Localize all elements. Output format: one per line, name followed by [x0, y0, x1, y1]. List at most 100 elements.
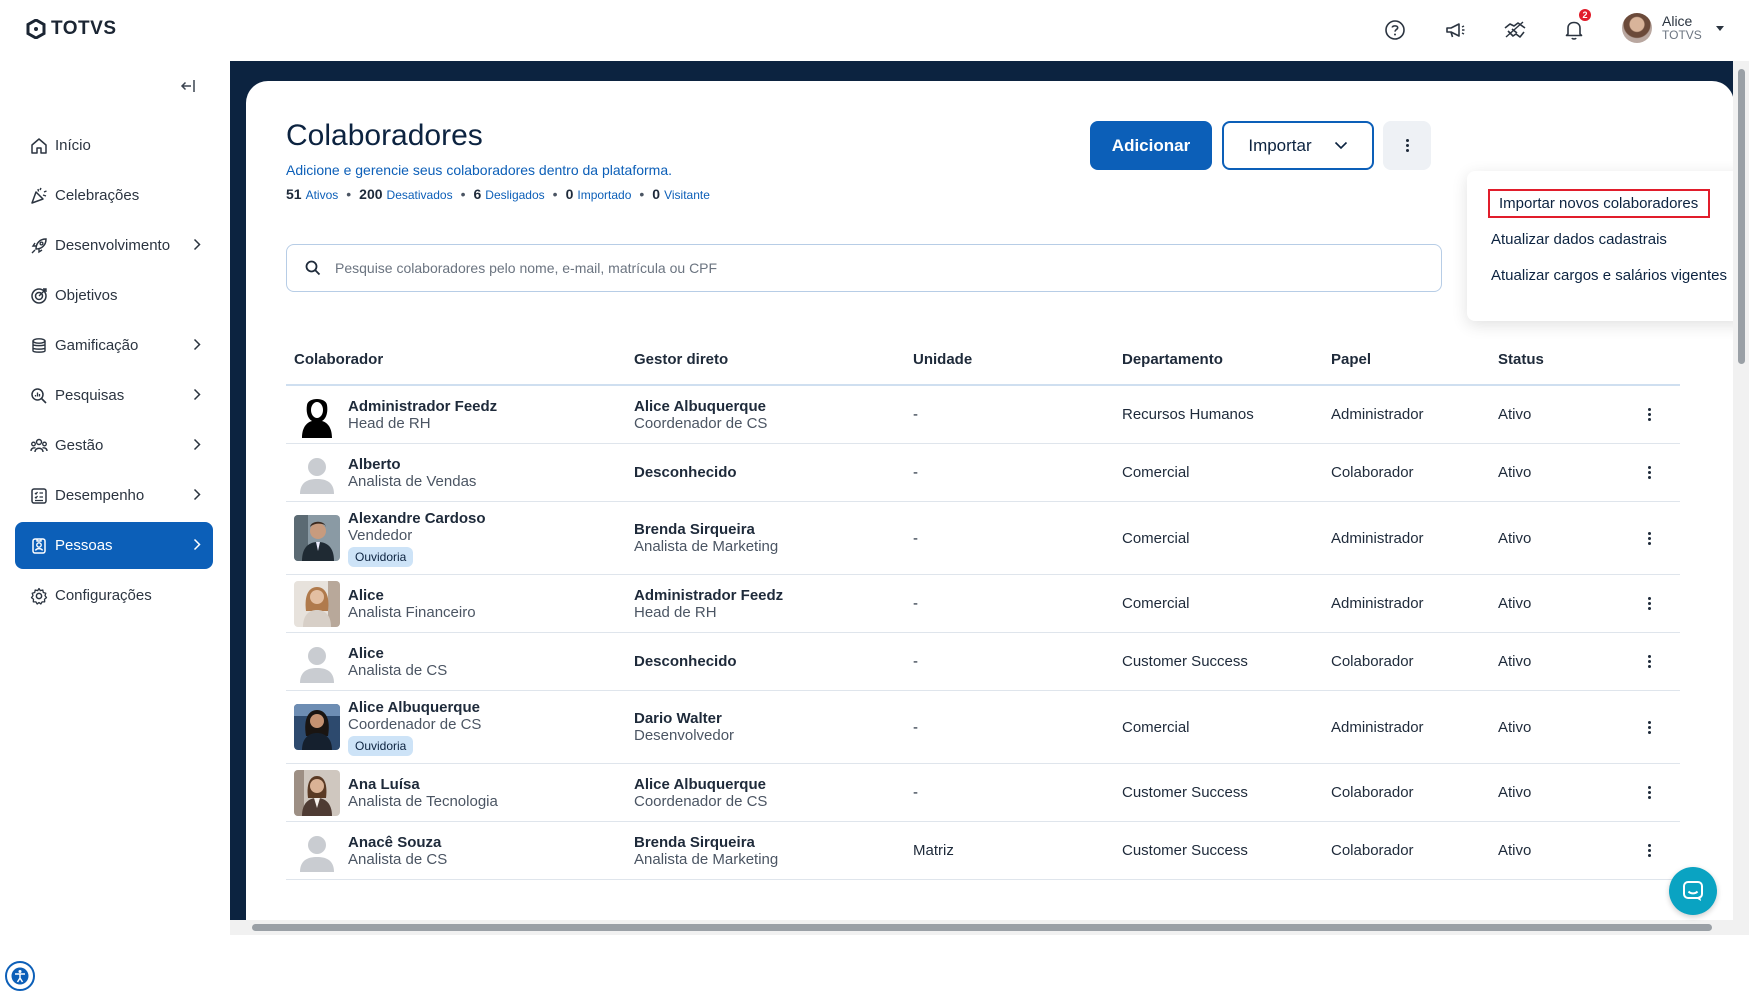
- search-input[interactable]: [335, 260, 1335, 276]
- collaborator-name[interactable]: Alice Albuquerque: [348, 699, 481, 716]
- collaborator-role: Analista de CS: [348, 850, 448, 868]
- notification-count-badge: 2: [1579, 9, 1591, 21]
- collaborator-role: Analista Financeiro: [348, 603, 476, 621]
- column-header-gestor[interactable]: Gestor direto: [634, 351, 913, 368]
- cell-unidade: -: [913, 406, 918, 423]
- handshake-icon[interactable]: [1502, 17, 1528, 43]
- table-row[interactable]: Alexandre Cardoso Vendedor Ouvidoria Brenda…: [286, 502, 1680, 575]
- cell-gestor: Alice Albuquerque Coordenador de CS: [634, 398, 913, 432]
- sidebar-item-label: Pesquisas: [55, 387, 125, 404]
- sidebar-item-objetivos[interactable]: Objetivos: [15, 272, 213, 319]
- column-header-departamento[interactable]: Departamento: [1122, 351, 1331, 368]
- sidebar-item-celebracoes[interactable]: Celebrações: [15, 172, 213, 219]
- collaborator-name[interactable]: Alice: [348, 587, 476, 604]
- column-header-colaborador[interactable]: Colaborador: [286, 351, 634, 368]
- sidebar-item-inicio[interactable]: Início: [15, 122, 213, 169]
- column-header-papel[interactable]: Papel: [1331, 351, 1498, 368]
- stat-value: 0: [652, 186, 661, 202]
- sidebar-item-label: Desenvolvimento: [55, 237, 171, 254]
- row-actions-button[interactable]: [1618, 597, 1680, 610]
- row-actions-button[interactable]: [1618, 408, 1680, 421]
- cell-status: Ativo: [1498, 464, 1532, 481]
- sidebar-item-label: Desempenho: [55, 487, 145, 504]
- kebab-icon: [1647, 655, 1651, 668]
- cell-unidade: -: [913, 653, 918, 670]
- sidebar-item-gamificacao[interactable]: Gamificação: [15, 322, 213, 369]
- horizontal-scroll-thumb[interactable]: [252, 924, 1712, 931]
- row-actions-button[interactable]: [1618, 720, 1680, 734]
- manager-role: Analista de Marketing: [634, 850, 779, 868]
- row-actions-button[interactable]: [1618, 466, 1680, 479]
- cell-papel: Colaborador: [1331, 842, 1414, 859]
- sidebar-item-desenvolvimento[interactable]: Desenvolvimento: [15, 222, 213, 269]
- chevron-right-icon: [193, 488, 201, 501]
- user-menu[interactable]: Alice TOTVS: [1622, 13, 1724, 43]
- search-box[interactable]: [286, 244, 1442, 292]
- stat-importado[interactable]: 0 Importado: [566, 186, 632, 202]
- table-row[interactable]: Alberto Analista de Vendas Desconhecido - Co…: [286, 444, 1680, 502]
- row-actions-button[interactable]: [1618, 531, 1680, 545]
- collaborator-name[interactable]: Anacê Souza: [348, 834, 447, 851]
- sidebar-item-pesquisas[interactable]: Pesquisas: [15, 372, 213, 419]
- megaphone-icon[interactable]: [1442, 17, 1468, 43]
- stat-label: Ativos: [305, 188, 339, 202]
- collaborator-name[interactable]: Ana Luísa: [348, 776, 498, 793]
- row-actions-button[interactable]: [1618, 786, 1680, 799]
- vertical-scroll-thumb[interactable]: [1738, 69, 1745, 364]
- table-row[interactable]: Alice Albuquerque Coordenador de CS Ouvido…: [286, 691, 1680, 764]
- stat-desligados[interactable]: 6 Desligados: [473, 186, 544, 202]
- import-dropdown-menu: Importar novos colaboradores Atualizar d…: [1467, 171, 1749, 321]
- collaborator-name[interactable]: Alberto: [348, 456, 476, 473]
- sidebar-item-desempenho[interactable]: Desempenho: [15, 472, 213, 519]
- vertical-scrollbar[interactable]: [1733, 61, 1749, 935]
- caret-down-icon: [1715, 25, 1724, 31]
- add-button[interactable]: Adicionar: [1090, 121, 1212, 170]
- table-row[interactable]: Alice Analista de CS Desconhecido - Customer…: [286, 633, 1680, 691]
- cell-papel: Colaborador: [1331, 464, 1414, 481]
- sidebar-item-pessoas[interactable]: Pessoas: [15, 522, 213, 569]
- row-actions-button[interactable]: [1618, 655, 1680, 668]
- help-icon[interactable]: [1382, 17, 1408, 43]
- table-row[interactable]: Alice Analista Financeiro Administrador Fe…: [286, 575, 1680, 633]
- sidebar-item-label: Início: [55, 137, 91, 154]
- collaborator-name[interactable]: Alexandre Cardoso: [348, 510, 486, 527]
- collaborator-name[interactable]: Alice: [348, 645, 447, 662]
- stat-ativos[interactable]: 51 Ativos: [286, 186, 338, 202]
- collaborator-name[interactable]: Administrador Feedz: [348, 398, 497, 415]
- cell-papel: Colaborador: [1331, 784, 1414, 801]
- table-row[interactable]: Ana Luísa Analista de Tecnologia Alice Alb…: [286, 764, 1680, 822]
- cell-unidade: -: [913, 718, 918, 736]
- cell-departamento: Comercial: [1122, 718, 1190, 736]
- totvs-logo[interactable]: TOTVS: [26, 18, 117, 40]
- stat-desativados[interactable]: 200 Desativados: [359, 186, 452, 202]
- import-button[interactable]: Importar: [1222, 121, 1374, 170]
- menu-item-update-positions-salaries[interactable]: Atualizar cargos e salários vigentes: [1491, 267, 1727, 284]
- table-body: Administrador Feedz Head de RH Alice Albuq…: [286, 386, 1680, 880]
- sidebar-item-gestao[interactable]: Gestão: [15, 422, 213, 469]
- row-actions-button[interactable]: [1618, 844, 1680, 857]
- table-row[interactable]: Anacê Souza Analista de CS Brenda Sirqueir…: [286, 822, 1680, 880]
- more-options-button[interactable]: [1383, 121, 1431, 170]
- cell-papel: Colaborador: [1331, 653, 1414, 670]
- sidebar-item-configuracoes[interactable]: Configurações: [15, 572, 213, 619]
- chevron-right-icon: [193, 538, 201, 551]
- kebab-icon: [1647, 786, 1651, 799]
- horizontal-scrollbar[interactable]: [230, 920, 1733, 935]
- stat-label: Desativados: [386, 188, 453, 202]
- chat-launcher-button[interactable]: [1669, 867, 1717, 915]
- stat-visitante[interactable]: 0 Visitante: [652, 186, 710, 202]
- column-header-status[interactable]: Status: [1498, 351, 1618, 368]
- collapse-sidebar-icon[interactable]: [180, 79, 196, 93]
- accessibility-icon[interactable]: [5, 961, 35, 991]
- cell-gestor: Alice Albuquerque Coordenador de CS: [634, 776, 913, 810]
- menu-item-import-new[interactable]: Importar novos colaboradores: [1487, 189, 1711, 218]
- cell-papel: Administrador: [1331, 406, 1424, 423]
- cell-departamento: Comercial: [1122, 464, 1190, 481]
- menu-item-update-registration[interactable]: Atualizar dados cadastrais: [1491, 231, 1667, 248]
- column-header-unidade[interactable]: Unidade: [913, 351, 1122, 368]
- avatar: [294, 638, 340, 685]
- chevron-right-icon: [193, 238, 201, 251]
- table-row[interactable]: Administrador Feedz Head de RH Alice Albuq…: [286, 386, 1680, 444]
- bell-icon[interactable]: 2: [1561, 9, 1591, 43]
- chevron-down-icon: [1334, 141, 1347, 150]
